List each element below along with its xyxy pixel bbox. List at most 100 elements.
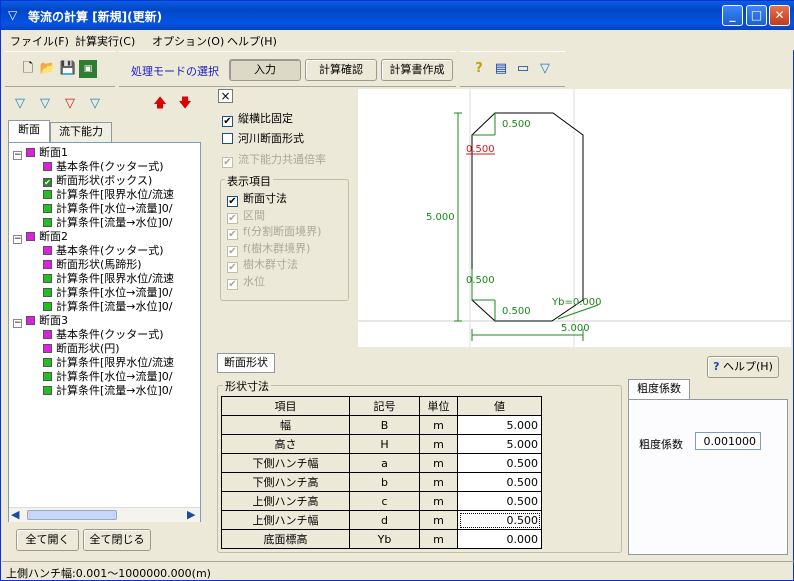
expand-all-button[interactable]: 全て開く (16, 529, 79, 551)
tree-section-label: 断面1 (39, 146, 68, 159)
item-status-icon (43, 344, 52, 353)
cell-unit: m (419, 415, 458, 435)
river-section-checkbox[interactable]: 河川断面形式 (222, 130, 304, 146)
tab-section-shape[interactable]: 断面形状 (217, 353, 275, 373)
tree-item[interactable]: 計算条件[限界水位/流速 (43, 188, 174, 202)
tab-flow-capacity[interactable]: 流下能力 (50, 122, 112, 142)
cell-unit: m (419, 453, 458, 473)
tree-item[interactable]: 計算条件[水位→流量]0/ (43, 202, 173, 216)
tab-roughness[interactable]: 粗度係数 (628, 379, 690, 400)
edit-section-icon[interactable]: ▽ (36, 95, 54, 113)
tree-scrollbar[interactable]: ◀ ▶ (9, 507, 200, 522)
roughness-input[interactable]: 0.001000 (695, 432, 761, 450)
maximize-button[interactable]: □ (746, 5, 767, 26)
cell-value[interactable]: 0.000 (457, 529, 542, 549)
tab-section[interactable]: 断面 (8, 120, 50, 142)
item-status-icon (43, 162, 52, 171)
tree-section-node[interactable]: − 断面2 (13, 230, 68, 244)
display-item-checkbox[interactable]: ✔ 断面寸法 (227, 190, 287, 207)
move-up-icon[interactable]: 🡅 (151, 95, 169, 113)
header-value: 値 (457, 396, 542, 416)
header-symbol: 記号 (349, 396, 420, 416)
tree-item-label: 断面形状(円) (56, 342, 120, 355)
fixed-ratio-checkbox[interactable]: ✔ 縦横比固定 (222, 110, 293, 127)
tree-item[interactable]: 基本条件(クッター式) (43, 328, 164, 342)
tree-item[interactable]: 計算条件[水位→流量]0/ (43, 286, 173, 300)
cell-value[interactable]: 0.500 (457, 510, 542, 530)
tree-item[interactable]: 計算条件[流量→水位]0/ (43, 384, 173, 398)
tree-item[interactable]: 計算条件[流量→水位]0/ (43, 300, 173, 314)
item-status-icon: ✔ (43, 178, 52, 187)
item-status-icon (43, 190, 52, 199)
tree-section-node[interactable]: − 断面3 (13, 314, 68, 328)
item-status-icon (43, 274, 52, 283)
help-button[interactable]: ? ヘルプ(H) (707, 356, 779, 378)
header-item: 項目 (221, 396, 350, 416)
tree-item[interactable]: 計算条件[流量→水位]0/ (43, 216, 173, 230)
collapse-icon[interactable]: − (13, 235, 22, 244)
dim-bottom-hunch-b: 0.500 (502, 306, 531, 317)
input-mode-button[interactable]: 入力 (229, 59, 301, 81)
display-item-checkbox: ✔ 区間 (227, 208, 265, 224)
tree-item[interactable]: 計算条件[限界水位/流速 (43, 272, 174, 286)
collapse-icon[interactable]: − (13, 151, 22, 160)
confirm-mode-button[interactable]: 計算確認 (305, 59, 377, 81)
book-icon[interactable]: ▤ (492, 60, 510, 78)
close-button[interactable]: ✕ (769, 5, 790, 26)
tree-item[interactable]: 断面形状(円) (43, 342, 120, 356)
cell-item: 下側ハンチ高 (221, 472, 350, 492)
menu-options[interactable]: オプション(O) (152, 33, 224, 49)
open-folder-icon[interactable]: 📂 (39, 60, 57, 78)
about-icon[interactable]: ▽ (536, 60, 554, 78)
dimension-table: 項目 記号 単位 値 幅 Bm 5.000 高さ Hm 5.000 下側ハンチ幅 a m 0.50… (221, 396, 542, 549)
cell-value[interactable]: 5.000 (457, 415, 542, 435)
cell-value[interactable]: 0.500 (457, 491, 542, 511)
collapse-all-button[interactable]: 全て閉じる (83, 529, 151, 551)
delete-section-icon[interactable]: ▽ (61, 95, 79, 113)
move-down-icon[interactable]: 🡇 (176, 95, 194, 113)
tree-item[interactable]: 基本条件(クッター式) (43, 160, 164, 174)
item-status-icon (43, 372, 52, 381)
copy-section-icon[interactable]: ▽ (86, 95, 104, 113)
tree-item-label: 基本条件(クッター式) (56, 328, 164, 341)
tree-item[interactable]: 基本条件(クッター式) (43, 244, 164, 258)
cell-value[interactable]: 0.500 (457, 453, 542, 473)
save-icon[interactable]: 💾 (59, 60, 77, 78)
add-section-icon[interactable]: ▽ (11, 95, 29, 113)
table-row: 底面標高 Yb m 0.000 (221, 529, 542, 549)
file-toolbar: 🗋 📂 💾 ▣ (5, 51, 115, 87)
export-icon[interactable]: ▣ (79, 60, 97, 78)
new-file-icon[interactable]: 🗋 (19, 60, 37, 78)
cell-item: 上側ハンチ幅 (221, 510, 350, 530)
tree-section-node[interactable]: − 断面1 (13, 146, 68, 160)
help-question-icon[interactable]: ? (470, 60, 488, 78)
scroll-left-icon[interactable]: ◀ (11, 508, 19, 521)
menu-calc[interactable]: 計算実行(C) (75, 33, 135, 49)
close-panel-button[interactable]: × (218, 89, 233, 103)
tree-item-label: 計算条件[流量→水位]0/ (56, 384, 173, 397)
table-row: 下側ハンチ高 b m 0.500 (221, 472, 542, 492)
cell-value[interactable]: 5.000 (457, 434, 542, 454)
menu-help[interactable]: ヘルプ(H) (227, 33, 277, 49)
report-mode-button[interactable]: 計算書作成 (381, 59, 453, 81)
scroll-right-icon[interactable]: ▶ (187, 508, 195, 521)
menu-file[interactable]: ファイル(F) (10, 33, 69, 49)
tree-item-label: 断面形状(馬蹄形) (56, 258, 142, 271)
help-icon: ? (713, 360, 720, 373)
tree-item[interactable]: 断面形状(馬蹄形) (43, 258, 142, 272)
tree-item[interactable]: 計算条件[水位→流量]0/ (43, 370, 173, 384)
table-row: 幅 Bm 5.000 (221, 415, 542, 435)
window-icon[interactable]: ▭ (514, 60, 532, 78)
tree-item[interactable]: 計算条件[限界水位/流速 (43, 356, 174, 370)
cell-unit: m (419, 434, 458, 454)
scroll-thumb[interactable] (27, 510, 117, 520)
collapse-icon[interactable]: − (13, 319, 22, 328)
main-window: ▽ 等流の計算 [新規](更新) _ □ ✕ ファイル(F) 計算実行(C) オ… (0, 0, 794, 581)
tree-item-label: 計算条件[水位→流量]0/ (56, 202, 173, 215)
minimize-button[interactable]: _ (722, 5, 743, 26)
shape-dimensions-title: 形状寸法 (223, 378, 271, 394)
item-status-icon (43, 330, 52, 339)
cell-value[interactable]: 0.500 (457, 472, 542, 492)
tree-item[interactable]: ✔ 断面形状(ボックス) (43, 174, 152, 188)
item-status-icon (43, 288, 52, 297)
